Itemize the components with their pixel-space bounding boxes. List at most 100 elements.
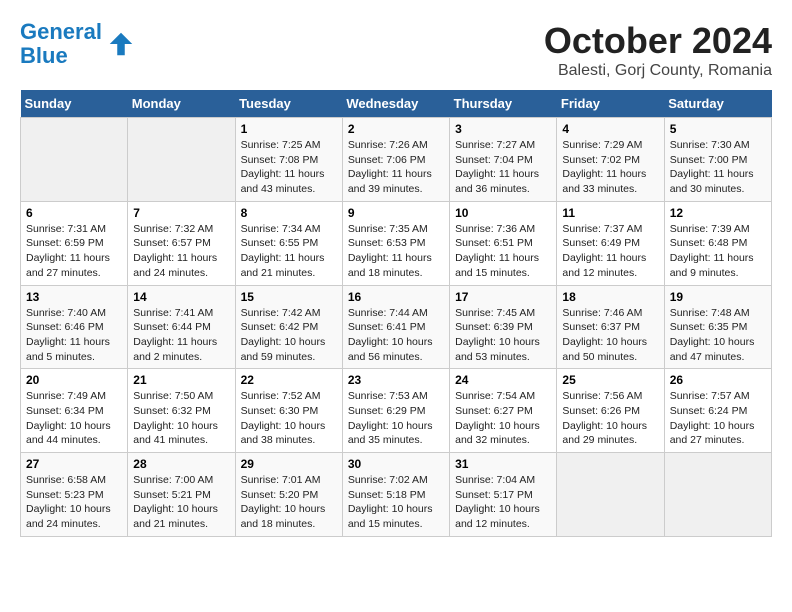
day-number: 13 [26, 290, 122, 304]
calendar-week-row: 1 Sunrise: 7:25 AMSunset: 7:08 PMDaylight… [21, 118, 772, 202]
day-of-week-header: Tuesday [235, 90, 342, 118]
day-of-week-header: Wednesday [342, 90, 449, 118]
day-number: 8 [241, 206, 337, 220]
day-number: 9 [348, 206, 444, 220]
day-number: 7 [133, 206, 229, 220]
day-info: Sunrise: 7:50 AMSunset: 6:32 PMDaylight:… [133, 389, 229, 448]
calendar-cell: 5 Sunrise: 7:30 AMSunset: 7:00 PMDaylight… [664, 118, 771, 202]
day-info: Sunrise: 7:56 AMSunset: 6:26 PMDaylight:… [562, 389, 658, 448]
day-info: Sunrise: 7:52 AMSunset: 6:30 PMDaylight:… [241, 389, 337, 448]
calendar-week-row: 20 Sunrise: 7:49 AMSunset: 6:34 PMDayligh… [21, 369, 772, 453]
day-info: Sunrise: 7:34 AMSunset: 6:55 PMDaylight:… [241, 222, 337, 281]
calendar-cell: 24 Sunrise: 7:54 AMSunset: 6:27 PMDayligh… [450, 369, 557, 453]
day-number: 29 [241, 457, 337, 471]
day-number: 5 [670, 122, 766, 136]
calendar-cell: 30Sunrise: 7:02 AMSunset: 5:18 PMDayligh… [342, 453, 449, 537]
calendar-cell: 12Sunrise: 7:39 AMSunset: 6:48 PMDayligh… [664, 201, 771, 285]
day-info: Sunrise: 7:00 AMSunset: 5:21 PMDaylight:… [133, 473, 229, 532]
day-info: Sunrise: 7:25 AMSunset: 7:08 PMDaylight:… [241, 138, 337, 197]
calendar-cell: 25 Sunrise: 7:56 AMSunset: 6:26 PMDayligh… [557, 369, 664, 453]
calendar-week-row: 27 Sunrise: 6:58 AMSunset: 5:23 PMDayligh… [21, 453, 772, 537]
day-number: 2 [348, 122, 444, 136]
day-info: Sunrise: 7:30 AMSunset: 7:00 PMDaylight:… [670, 138, 766, 197]
day-info: Sunrise: 7:37 AMSunset: 6:49 PMDaylight:… [562, 222, 658, 281]
calendar-body: 1 Sunrise: 7:25 AMSunset: 7:08 PMDaylight… [21, 118, 772, 537]
day-number: 17 [455, 290, 551, 304]
calendar-cell: 29 Sunrise: 7:01 AMSunset: 5:20 PMDayligh… [235, 453, 342, 537]
calendar-cell [557, 453, 664, 537]
day-number: 26 [670, 373, 766, 387]
title-block: October 2024 Balesti, Gorj County, Roman… [544, 20, 772, 80]
day-info: Sunrise: 7:32 AMSunset: 6:57 PMDaylight:… [133, 222, 229, 281]
calendar-week-row: 6 Sunrise: 7:31 AMSunset: 6:59 PMDaylight… [21, 201, 772, 285]
logo-icon [106, 29, 136, 59]
calendar-cell: 6 Sunrise: 7:31 AMSunset: 6:59 PMDaylight… [21, 201, 128, 285]
calendar-cell: 15 Sunrise: 7:42 AMSunset: 6:42 PMDayligh… [235, 285, 342, 369]
calendar-cell: 11Sunrise: 7:37 AMSunset: 6:49 PMDayligh… [557, 201, 664, 285]
day-info: Sunrise: 7:29 AMSunset: 7:02 PMDaylight:… [562, 138, 658, 197]
day-info: Sunrise: 7:49 AMSunset: 6:34 PMDaylight:… [26, 389, 122, 448]
calendar-cell: 3 Sunrise: 7:27 AMSunset: 7:04 PMDaylight… [450, 118, 557, 202]
calendar-cell: 20 Sunrise: 7:49 AMSunset: 6:34 PMDayligh… [21, 369, 128, 453]
day-number: 15 [241, 290, 337, 304]
calendar-header-row: SundayMondayTuesdayWednesdayThursdayFrid… [21, 90, 772, 118]
day-number: 28 [133, 457, 229, 471]
calendar-cell: 1 Sunrise: 7:25 AMSunset: 7:08 PMDaylight… [235, 118, 342, 202]
day-number: 31 [455, 457, 551, 471]
day-info: Sunrise: 7:39 AMSunset: 6:48 PMDaylight:… [670, 222, 766, 281]
day-of-week-header: Saturday [664, 90, 771, 118]
day-info: Sunrise: 7:41 AMSunset: 6:44 PMDaylight:… [133, 306, 229, 365]
day-of-week-header: Friday [557, 90, 664, 118]
day-info: Sunrise: 7:01 AMSunset: 5:20 PMDaylight:… [241, 473, 337, 532]
day-of-week-header: Thursday [450, 90, 557, 118]
day-info: Sunrise: 7:44 AMSunset: 6:41 PMDaylight:… [348, 306, 444, 365]
day-info: Sunrise: 7:04 AMSunset: 5:17 PMDaylight:… [455, 473, 551, 532]
day-info: Sunrise: 7:40 AMSunset: 6:46 PMDaylight:… [26, 306, 122, 365]
day-info: Sunrise: 7:46 AMSunset: 6:37 PMDaylight:… [562, 306, 658, 365]
day-number: 1 [241, 122, 337, 136]
calendar-cell: 16Sunrise: 7:44 AMSunset: 6:41 PMDayligh… [342, 285, 449, 369]
day-number: 6 [26, 206, 122, 220]
calendar-cell: 8 Sunrise: 7:34 AMSunset: 6:55 PMDaylight… [235, 201, 342, 285]
calendar-cell: 17 Sunrise: 7:45 AMSunset: 6:39 PMDayligh… [450, 285, 557, 369]
day-info: Sunrise: 7:45 AMSunset: 6:39 PMDaylight:… [455, 306, 551, 365]
day-number: 22 [241, 373, 337, 387]
day-info: Sunrise: 7:53 AMSunset: 6:29 PMDaylight:… [348, 389, 444, 448]
day-number: 23 [348, 373, 444, 387]
day-info: Sunrise: 7:26 AMSunset: 7:06 PMDaylight:… [348, 138, 444, 197]
day-number: 4 [562, 122, 658, 136]
day-info: Sunrise: 7:31 AMSunset: 6:59 PMDaylight:… [26, 222, 122, 281]
calendar-cell: 10Sunrise: 7:36 AMSunset: 6:51 PMDayligh… [450, 201, 557, 285]
calendar-cell: 13 Sunrise: 7:40 AMSunset: 6:46 PMDayligh… [21, 285, 128, 369]
day-info: Sunrise: 7:42 AMSunset: 6:42 PMDaylight:… [241, 306, 337, 365]
calendar-cell [664, 453, 771, 537]
calendar-cell: 18 Sunrise: 7:46 AMSunset: 6:37 PMDayligh… [557, 285, 664, 369]
day-number: 27 [26, 457, 122, 471]
day-number: 3 [455, 122, 551, 136]
day-info: Sunrise: 7:57 AMSunset: 6:24 PMDaylight:… [670, 389, 766, 448]
day-number: 25 [562, 373, 658, 387]
calendar-cell: 28 Sunrise: 7:00 AMSunset: 5:21 PMDayligh… [128, 453, 235, 537]
day-info: Sunrise: 7:36 AMSunset: 6:51 PMDaylight:… [455, 222, 551, 281]
calendar-cell: 7 Sunrise: 7:32 AMSunset: 6:57 PMDaylight… [128, 201, 235, 285]
day-info: Sunrise: 7:54 AMSunset: 6:27 PMDaylight:… [455, 389, 551, 448]
calendar-cell [21, 118, 128, 202]
day-number: 19 [670, 290, 766, 304]
month-title: October 2024 [544, 20, 772, 62]
day-info: Sunrise: 7:27 AMSunset: 7:04 PMDaylight:… [455, 138, 551, 197]
calendar-cell: 19 Sunrise: 7:48 AMSunset: 6:35 PMDayligh… [664, 285, 771, 369]
day-info: Sunrise: 7:02 AMSunset: 5:18 PMDaylight:… [348, 473, 444, 532]
calendar-cell: 2 Sunrise: 7:26 AMSunset: 7:06 PMDaylight… [342, 118, 449, 202]
day-info: Sunrise: 6:58 AMSunset: 5:23 PMDaylight:… [26, 473, 122, 532]
day-info: Sunrise: 7:48 AMSunset: 6:35 PMDaylight:… [670, 306, 766, 365]
day-number: 18 [562, 290, 658, 304]
calendar-cell: 21Sunrise: 7:50 AMSunset: 6:32 PMDayligh… [128, 369, 235, 453]
logo: GeneralBlue [20, 20, 136, 68]
calendar-week-row: 13 Sunrise: 7:40 AMSunset: 6:46 PMDayligh… [21, 285, 772, 369]
day-of-week-header: Sunday [21, 90, 128, 118]
calendar-cell: 31 Sunrise: 7:04 AMSunset: 5:17 PMDayligh… [450, 453, 557, 537]
day-number: 24 [455, 373, 551, 387]
day-number: 20 [26, 373, 122, 387]
calendar-cell: 22 Sunrise: 7:52 AMSunset: 6:30 PMDayligh… [235, 369, 342, 453]
location-subtitle: Balesti, Gorj County, Romania [544, 62, 772, 80]
